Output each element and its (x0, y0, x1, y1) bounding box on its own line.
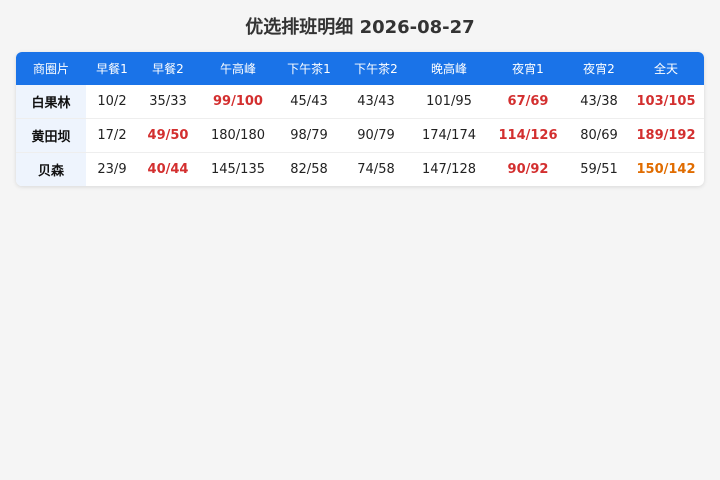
cell-breakfast-1: 10/2 (86, 85, 138, 119)
cell-late-night-2: 80/69 (570, 118, 628, 153)
table-body: 白果林 10/2 35/33 99/100 45/43 43/43 101/95… (16, 85, 704, 186)
header-afternoon-tea-1: 下午茶1 (287, 62, 331, 76)
header-store: 商圈片 (32, 62, 69, 76)
schedule-table: 商圈片 早餐1 早餐2 午高峰 下午茶1 下午茶2 晚高峰 夜宵1 夜宵2 全天… (16, 52, 704, 186)
cell-breakfast-2: 35/33 (138, 85, 198, 119)
cell-breakfast-2: 40/44 (147, 162, 189, 177)
cell-late-night-1: 90/92 (507, 162, 549, 177)
cell-dinner-peak: 147/128 (421, 162, 476, 177)
table-row: 白果林 10/2 35/33 99/100 45/43 43/43 101/95… (16, 85, 704, 119)
header-breakfast-2: 早餐2 (152, 62, 184, 76)
header-late-night-1: 夜宵1 (512, 62, 544, 76)
header-breakfast-1: 早餐1 (96, 62, 128, 76)
cell-lunch-peak: 180/180 (198, 118, 278, 153)
cell-all-day: 189/192 (628, 118, 704, 153)
header-lunch-peak: 午高峰 (219, 62, 256, 76)
header-afternoon-tea-2: 下午茶2 (354, 62, 398, 76)
cell-late-night-1: 114/126 (486, 118, 570, 153)
cell-late-night-2: 59/51 (580, 162, 618, 177)
cell-afternoon-tea-2: 74/58 (357, 162, 395, 177)
cell-dinner-peak: 101/95 (412, 85, 486, 119)
store-name: 白果林 (16, 85, 86, 119)
cell-breakfast-1: 23/9 (97, 162, 127, 177)
cell-lunch-peak: 145/135 (210, 162, 265, 177)
table-row: 贝森 23/9 40/44 145/135 82/58 74/58 147/12… (16, 152, 704, 186)
header-late-night-2: 夜宵2 (583, 62, 615, 76)
cell-afternoon-tea-1: 98/79 (278, 118, 340, 153)
cell-all-day: 103/105 (628, 85, 704, 119)
table-header: 商圈片 早餐1 早餐2 午高峰 下午茶1 下午茶2 晚高峰 夜宵1 夜宵2 全天 (16, 52, 704, 85)
cell-late-night-1: 67/69 (486, 85, 570, 119)
cell-breakfast-2: 49/50 (138, 118, 198, 153)
schedule-card: 商圈片 早餐1 早餐2 午高峰 下午茶1 下午茶2 晚高峰 夜宵1 夜宵2 全天… (16, 52, 704, 186)
cell-afternoon-tea-1: 45/43 (278, 85, 340, 119)
page-title: 优选排班明细 2026-08-27 (245, 17, 475, 38)
header-dinner-peak: 晚高峰 (430, 62, 467, 76)
cell-afternoon-tea-1: 82/58 (290, 162, 328, 177)
store-name: 黄田坝 (16, 118, 86, 153)
cell-afternoon-tea-2: 43/43 (340, 85, 412, 119)
cell-late-night-2: 43/38 (570, 85, 628, 119)
page: 优选排班明细 2026-08-27 商圈片 早餐1 早餐2 午高峰 下午茶1 下… (0, 0, 720, 480)
cell-all-day: 150/142 (636, 162, 696, 177)
cell-afternoon-tea-2: 90/79 (340, 118, 412, 153)
table-row: 黄田坝 17/2 49/50 180/180 98/79 90/79 174/1… (16, 118, 704, 153)
header-all-day: 全天 (653, 62, 678, 76)
cell-dinner-peak: 174/174 (412, 118, 486, 153)
cell-lunch-peak: 99/100 (198, 85, 278, 119)
header-row: 商圈片 早餐1 早餐2 午高峰 下午茶1 下午茶2 晚高峰 夜宵1 夜宵2 全天 (16, 52, 704, 85)
cell-breakfast-1: 17/2 (86, 118, 138, 153)
store-name: 贝森 (16, 152, 86, 186)
